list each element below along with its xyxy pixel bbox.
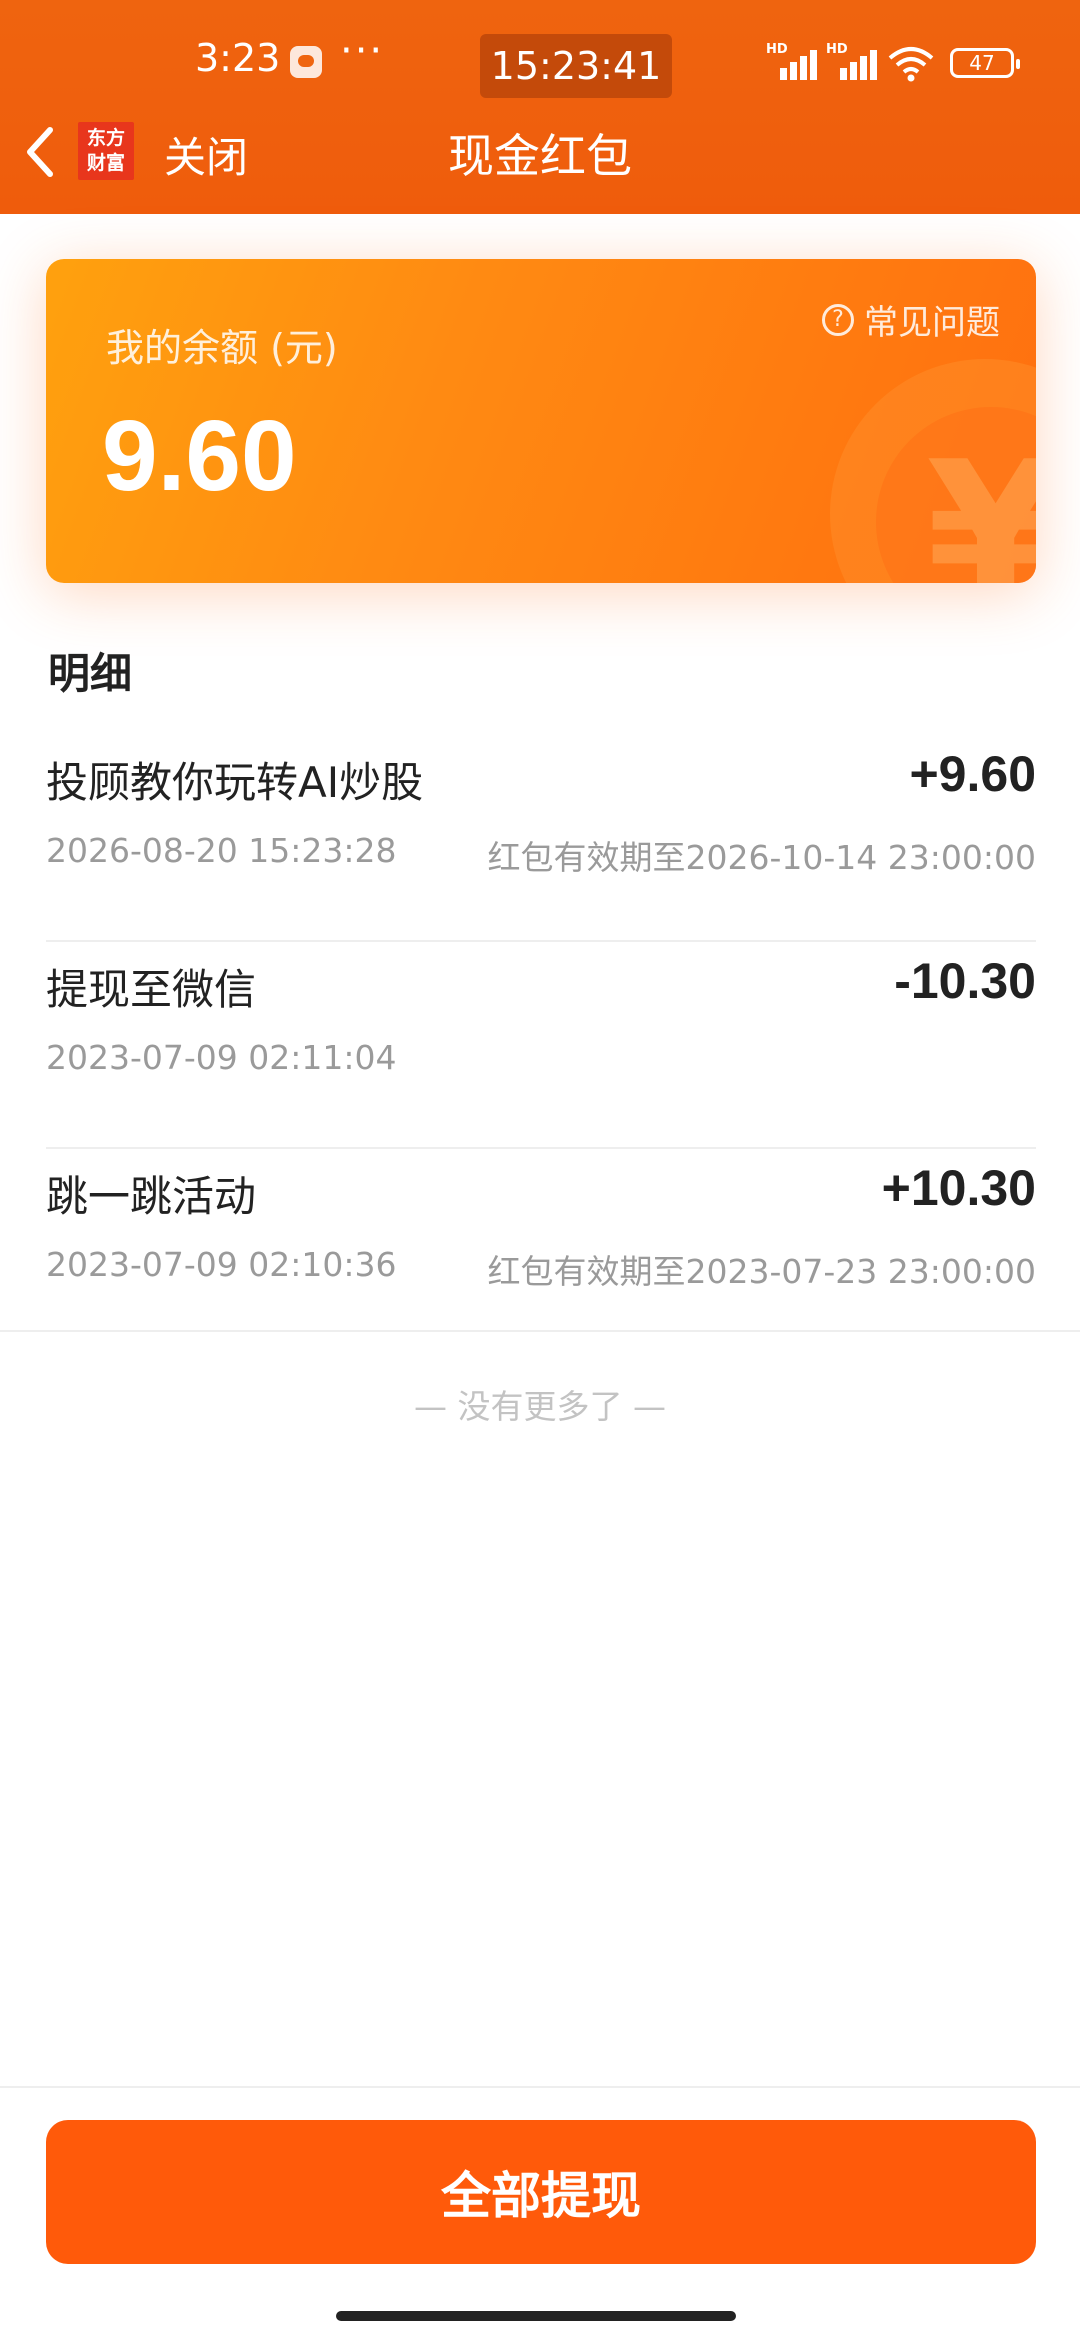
transaction-row: 跳一跳活动 +10.30 2023-07-09 02:10:36 红包有效期至2… (46, 1149, 1036, 1356)
yen-coin-decoration: ¥ (926, 419, 1036, 583)
floating-clock: 15:23:41 (480, 34, 672, 98)
transaction-row: 提现至微信 -10.30 2023-07-09 02:11:04 (46, 942, 1036, 1149)
withdraw-all-button[interactable]: 全部提现 (46, 2120, 1036, 2264)
transaction-amount: -10.30 (894, 953, 1036, 1009)
page-title: 现金红包 (448, 129, 632, 183)
transaction-time: 2023-07-09 02:10:36 (46, 1245, 397, 1284)
home-indicator[interactable] (336, 2311, 736, 2321)
list-end-divider (0, 1330, 1080, 1332)
battery-icon: 47 (950, 48, 1020, 78)
signal-icon: HD (766, 42, 822, 82)
message-icon (290, 46, 322, 78)
top-header: 3:23 ··· 15:23:41 HD HD 47 东方 财富 关闭 现金红包 (0, 0, 1080, 214)
transaction-time: 2026-08-20 15:23:28 (46, 831, 397, 870)
transaction-expiry: 红包有效期至2023-07-23 23:00:00 (487, 1252, 1036, 1291)
status-time: 3:23 (195, 36, 281, 80)
question-circle-icon: ? (822, 303, 854, 336)
signal-icon: HD (826, 42, 882, 82)
faq-label: 常见问题 (864, 303, 1000, 343)
transaction-name: 提现至微信 (46, 965, 257, 1014)
wifi-icon (888, 47, 934, 82)
transaction-name: 投顾教你玩转AI炒股 (46, 758, 424, 807)
more-notifications-icon: ··· (340, 28, 385, 74)
transaction-list: 投顾教你玩转AI炒股 +9.60 2026-08-20 15:23:28 红包有… (46, 735, 1036, 1356)
faq-link[interactable]: ? 常见问题 (822, 295, 1000, 344)
transaction-name: 跳一跳活动 (46, 1172, 257, 1221)
details-section-title: 明细 (48, 649, 133, 698)
no-more-text: — 没有更多了 — (414, 1387, 666, 1426)
transaction-amount: +9.60 (909, 746, 1036, 802)
balance-value: 9.60 (102, 400, 297, 512)
transaction-time: 2023-07-09 02:11:04 (46, 1038, 397, 1077)
transaction-row: 投顾教你玩转AI炒股 +9.60 2026-08-20 15:23:28 红包有… (46, 735, 1036, 942)
transaction-expiry: 红包有效期至2026-10-14 23:00:00 (487, 838, 1036, 877)
balance-label: 我的余额 (元) (106, 326, 338, 370)
bottom-divider (0, 2086, 1080, 2088)
transaction-amount: +10.30 (881, 1160, 1036, 1216)
balance-card: ¥ 我的余额 (元) 9.60 ? 常见问题 (46, 259, 1036, 583)
